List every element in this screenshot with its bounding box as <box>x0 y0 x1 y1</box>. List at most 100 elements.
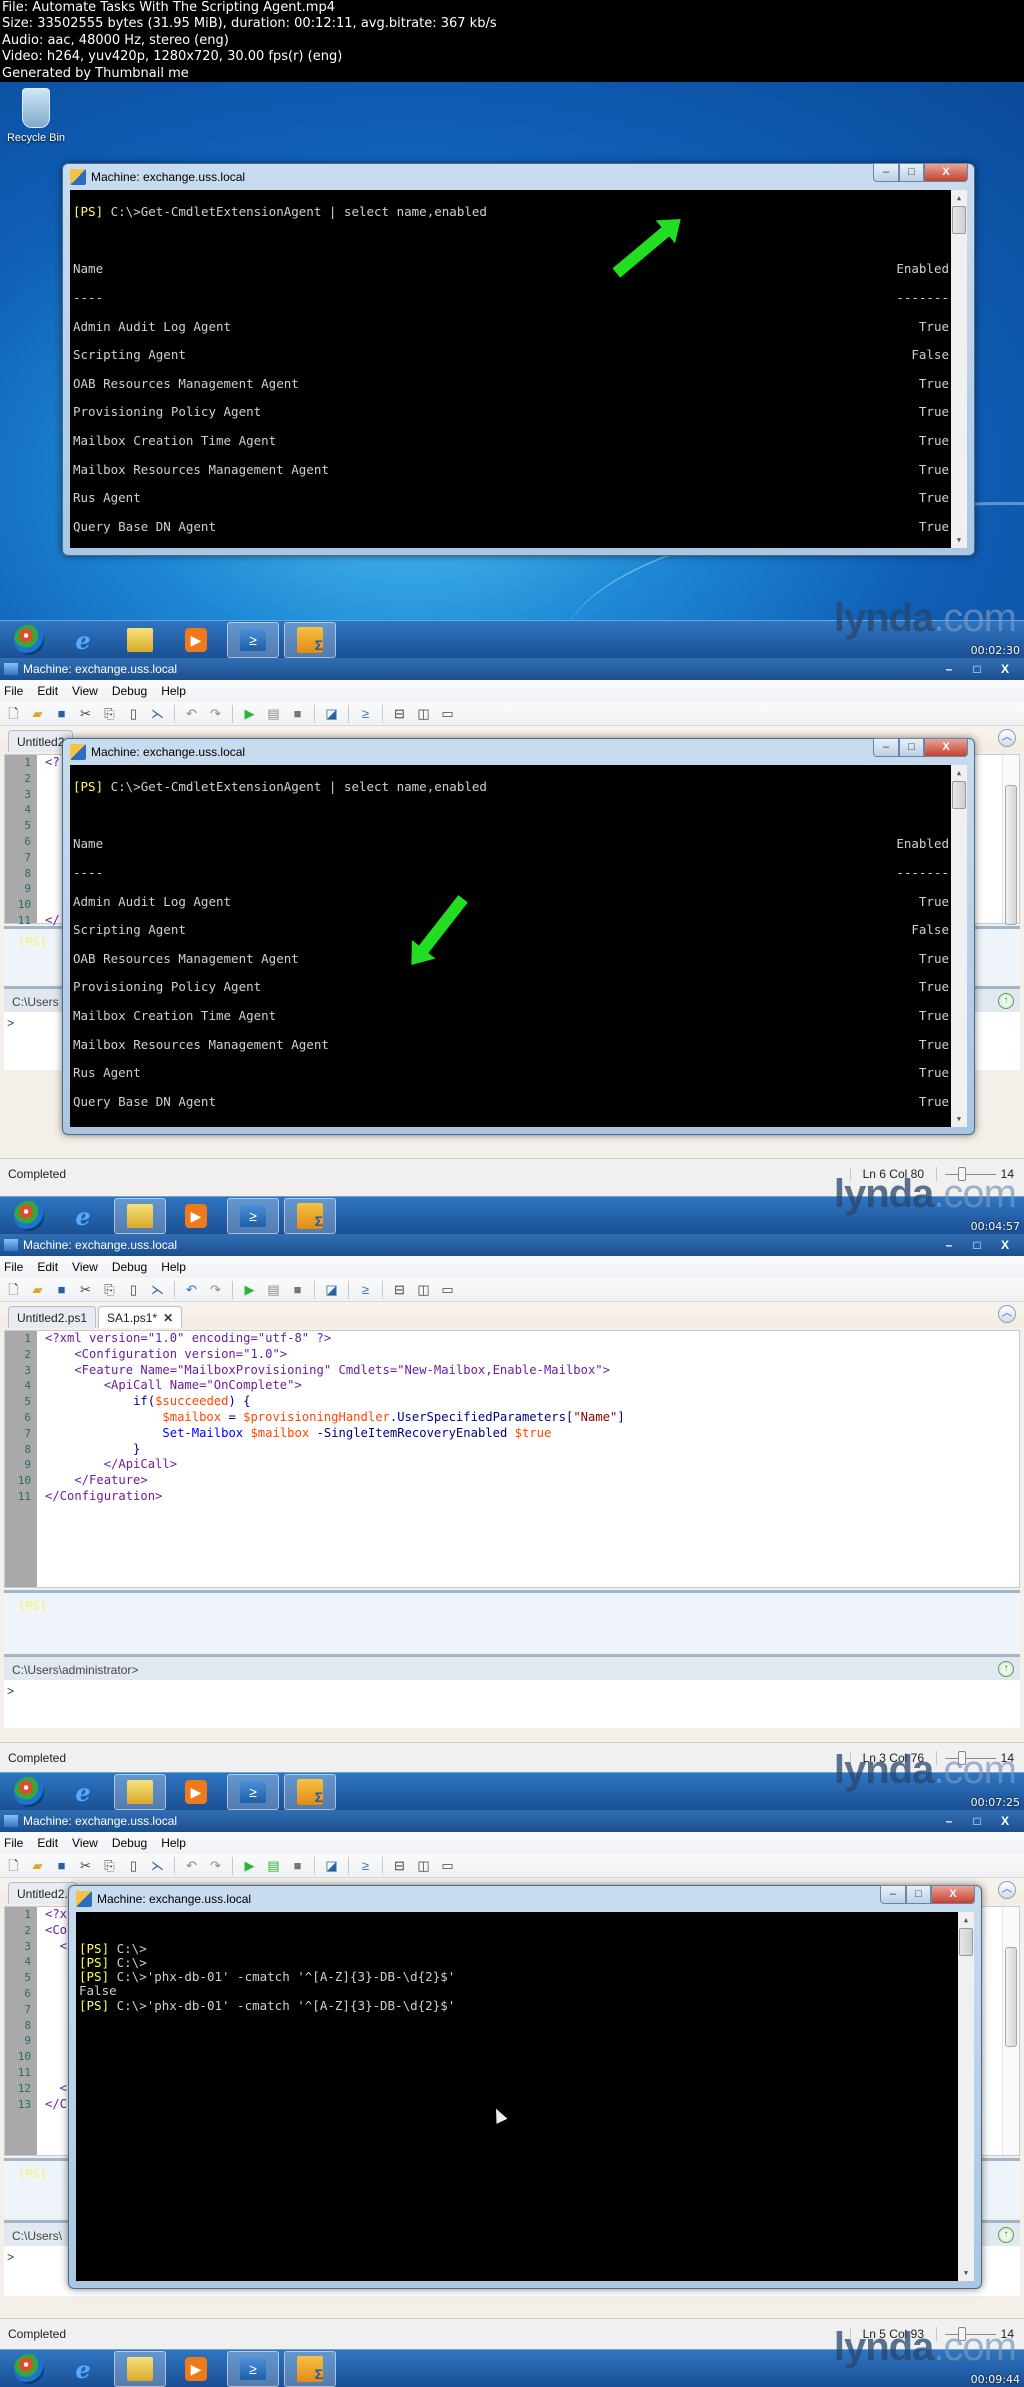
restore-button[interactable]: □ <box>964 1812 990 1830</box>
menu-debug[interactable]: Debug <box>112 1260 147 1274</box>
ise-titlebar[interactable]: Machine: exchange.uss.local – □ X <box>0 1234 1024 1256</box>
cut-icon[interactable]: ✂ <box>78 706 93 721</box>
taskbar-explorer[interactable] <box>114 1198 166 1234</box>
stop-icon[interactable]: ■ <box>290 1858 305 1873</box>
menu-edit[interactable]: Edit <box>37 1260 58 1274</box>
run-selection-icon[interactable]: ▤ <box>266 706 281 721</box>
run-icon[interactable]: ▶ <box>242 1858 257 1873</box>
layout-right-icon[interactable]: ◫ <box>416 1282 431 1297</box>
collapse-script-pane-icon[interactable]: ︿ <box>998 729 1016 747</box>
taskbar-exchange-shell[interactable]: Σ <box>284 622 336 658</box>
layout-top-icon[interactable]: ⊟ <box>392 1858 407 1873</box>
scroll-up-icon[interactable]: ▲ <box>951 765 967 781</box>
remote-tab-icon[interactable]: ◪ <box>324 1282 339 1297</box>
remote-tab-icon[interactable]: ◪ <box>324 706 339 721</box>
close-button[interactable]: X <box>924 738 968 757</box>
maximize-button[interactable]: □ <box>906 1885 931 1904</box>
taskbar-media-player[interactable]: ▶ <box>170 622 222 658</box>
scroll-down-icon[interactable]: ▼ <box>951 532 967 548</box>
layout-top-icon[interactable]: ⊟ <box>392 706 407 721</box>
open-folder-icon[interactable]: ▰ <box>30 1282 45 1297</box>
paste-icon[interactable]: ▯ <box>126 706 141 721</box>
paste-icon[interactable]: ▯ <box>126 1858 141 1873</box>
clear-icon[interactable]: ⋋ <box>150 1858 165 1873</box>
open-folder-icon[interactable]: ▰ <box>30 706 45 721</box>
console-window[interactable]: Machine: exchange.uss.local – □ X [PS] C… <box>62 738 975 1135</box>
execute-icon[interactable]: ↑ <box>998 1661 1014 1677</box>
taskbar-explorer[interactable] <box>114 2351 166 2387</box>
copy-icon[interactable]: ⎘ <box>102 706 117 721</box>
taskbar-exchange-shell[interactable]: Σ <box>284 1198 336 1234</box>
editor-scrollbar[interactable] <box>1002 755 1019 925</box>
recycle-bin[interactable]: Recycle Bin <box>6 88 66 144</box>
taskbar-exchange-shell[interactable]: Σ <box>284 2351 336 2387</box>
close-button[interactable]: X <box>992 1236 1018 1254</box>
menu-debug[interactable]: Debug <box>112 684 147 698</box>
close-button[interactable]: X <box>992 660 1018 678</box>
menu-view[interactable]: View <box>72 1836 98 1850</box>
clear-icon[interactable]: ⋋ <box>150 1282 165 1297</box>
taskbar-ie[interactable]: e <box>57 1774 109 1810</box>
scroll-thumb[interactable] <box>952 781 966 809</box>
restore-button[interactable]: □ <box>964 660 990 678</box>
powershell-icon[interactable]: ≥ <box>358 706 373 721</box>
taskbar-explorer[interactable] <box>114 622 166 658</box>
layout-max-icon[interactable]: ▭ <box>440 706 455 721</box>
code-area[interactable]: <?xml version="1.0" encoding="utf-8" ?> … <box>45 1331 999 1505</box>
command-input[interactable]: > <box>4 1680 1020 1728</box>
new-file-icon[interactable]: 🗋 <box>6 706 21 721</box>
stop-icon[interactable]: ■ <box>290 706 305 721</box>
start-button[interactable] <box>3 2351 55 2387</box>
taskbar-exchange-shell[interactable]: Σ <box>284 1774 336 1810</box>
taskbar-powershell[interactable]: ≥ <box>227 622 279 658</box>
start-button[interactable] <box>3 1198 55 1234</box>
taskbar-explorer[interactable] <box>114 1774 166 1810</box>
run-selection-icon[interactable]: ▤ <box>266 1282 281 1297</box>
new-file-icon[interactable]: 🗋 <box>6 1282 21 1297</box>
minimize-button[interactable]: – <box>880 1885 906 1904</box>
layout-max-icon[interactable]: ▭ <box>440 1858 455 1873</box>
console-window[interactable]: Machine: exchange.uss.local – □ X [PS] C… <box>62 163 975 556</box>
scroll-down-icon[interactable]: ▼ <box>958 2265 974 2281</box>
taskbar-media-player[interactable]: ▶ <box>170 2351 222 2387</box>
minimize-button[interactable]: – <box>936 1236 962 1254</box>
maximize-button[interactable]: □ <box>899 738 924 757</box>
taskbar-powershell[interactable]: ≥ <box>227 1774 279 1810</box>
tab-sa1[interactable]: SA1.ps1* ✕ <box>98 1306 183 1328</box>
menu-file[interactable]: File <box>4 684 23 698</box>
new-file-icon[interactable]: 🗋 <box>6 1858 21 1873</box>
console-titlebar[interactable]: Machine: exchange.uss.local – □ X <box>70 738 968 765</box>
taskbar-ie[interactable]: e <box>57 1198 109 1234</box>
redo-icon[interactable]: ↷ <box>208 1282 223 1297</box>
minimize-button[interactable]: – <box>936 1812 962 1830</box>
menu-view[interactable]: View <box>72 1260 98 1274</box>
save-icon[interactable]: ■ <box>54 1282 69 1297</box>
save-icon[interactable]: ■ <box>54 706 69 721</box>
scroll-thumb[interactable] <box>959 1928 973 1956</box>
run-icon[interactable]: ▶ <box>242 1282 257 1297</box>
tab-untitled2[interactable]: Untitled2. <box>8 1882 77 1904</box>
execute-icon[interactable]: ↑ <box>998 993 1014 1009</box>
scroll-up-icon[interactable]: ▲ <box>958 1912 974 1928</box>
close-button[interactable]: X <box>924 163 968 182</box>
run-icon[interactable]: ▶ <box>242 706 257 721</box>
cut-icon[interactable]: ✂ <box>78 1282 93 1297</box>
minimize-button[interactable]: – <box>873 738 899 757</box>
console-window[interactable]: Machine: exchange.uss.local – □ X [PS] C… <box>68 1885 982 2289</box>
ise-titlebar[interactable]: Machine: exchange.uss.local – □ X <box>0 658 1024 680</box>
layout-top-icon[interactable]: ⊟ <box>392 1282 407 1297</box>
console-output[interactable]: [PS] C:\>Get-CmdletExtensionAgent | sele… <box>70 765 967 1127</box>
powershell-icon[interactable]: ≥ <box>358 1282 373 1297</box>
paste-icon[interactable]: ▯ <box>126 1282 141 1297</box>
menu-view[interactable]: View <box>72 684 98 698</box>
menu-edit[interactable]: Edit <box>37 684 58 698</box>
scroll-thumb[interactable] <box>952 206 966 234</box>
maximize-button[interactable]: □ <box>899 163 924 182</box>
close-button[interactable]: X <box>992 1812 1018 1830</box>
tab-untitled2[interactable]: Untitled2.ps1 <box>8 1306 97 1328</box>
run-selection-icon[interactable]: ▤ <box>266 1858 281 1873</box>
minimize-button[interactable]: – <box>936 660 962 678</box>
clear-icon[interactable]: ⋋ <box>150 706 165 721</box>
taskbar-ie[interactable]: e <box>57 2351 109 2387</box>
execute-icon[interactable]: ↑ <box>998 2227 1014 2243</box>
